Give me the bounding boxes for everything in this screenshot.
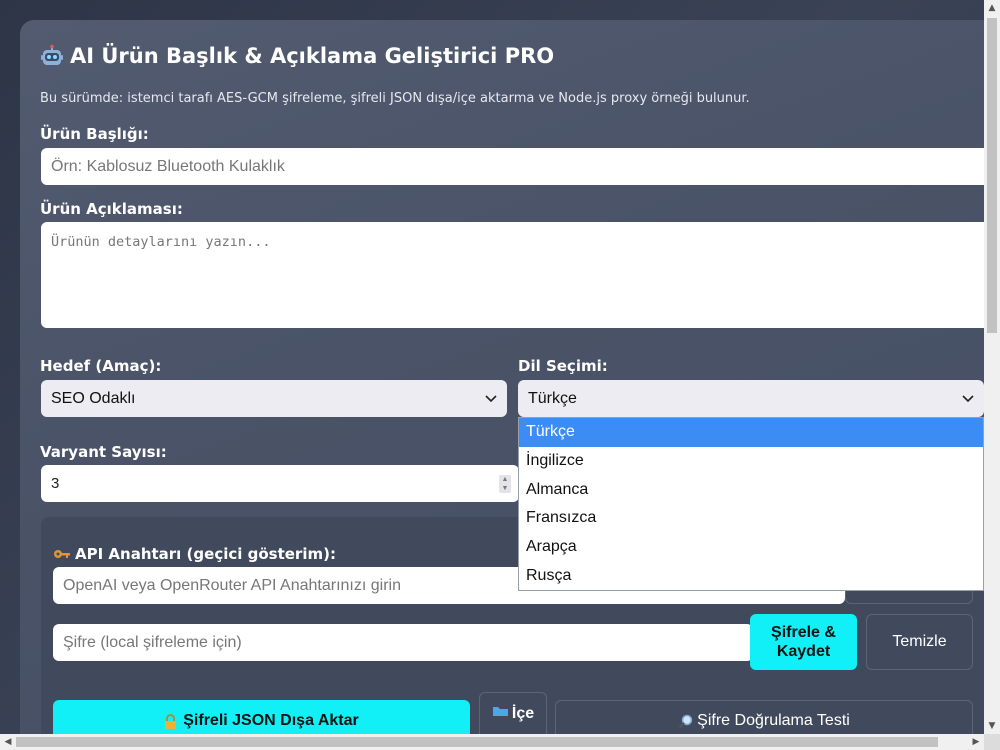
language-option-german[interactable]: Almanca [519, 476, 983, 505]
api-key-placeholder: OpenAI veya OpenRouter API Anahtarınızı … [63, 576, 401, 594]
vertical-scroll-thumb[interactable] [987, 18, 997, 333]
horizontal-scrollbar[interactable]: ◀ ▶ [0, 734, 984, 750]
password-placeholder: Şifre (local şifreleme için) [63, 633, 242, 651]
clear-button[interactable]: Temizle [866, 614, 973, 670]
robot-icon [41, 44, 63, 65]
magnifier-icon [678, 714, 693, 728]
scroll-left-icon[interactable]: ◀ [0, 734, 16, 750]
spin-down-icon[interactable]: ▼ [502, 485, 509, 492]
api-key-label-text: API Anahtarı (geçici gösterim): [75, 545, 336, 563]
variants-value: 3 [51, 475, 60, 492]
scroll-down-icon[interactable]: ▼ [984, 718, 1000, 734]
page-title-text: AI Ürün Başlık & Açıklama Geliştirici PR… [70, 44, 555, 68]
language-option-arabic[interactable]: Arapça [519, 533, 983, 562]
scroll-up-icon[interactable]: ▲ [984, 0, 1000, 16]
key-icon [54, 550, 70, 558]
horizontal-scroll-thumb[interactable] [16, 737, 938, 747]
scroll-right-icon[interactable]: ▶ [968, 734, 984, 750]
goal-select[interactable]: SEO Odaklı [41, 380, 507, 417]
product-desc-placeholder: Ürünün detaylarını yazın... [51, 234, 271, 250]
variants-label: Varyant Sayısı: [40, 443, 167, 461]
chevron-down-icon [962, 394, 974, 402]
product-title-placeholder: Örn: Kablosuz Bluetooth Kulaklık [51, 157, 285, 175]
language-option-english[interactable]: İngilizce [519, 447, 983, 476]
page-title: AI Ürün Başlık & Açıklama Geliştirici PR… [40, 44, 554, 68]
vertical-scrollbar[interactable]: ▲ ▼ [984, 0, 1000, 750]
scrollbar-corner [984, 734, 1000, 750]
goal-selected-value: SEO Odaklı [51, 389, 136, 407]
variants-input[interactable]: 3 ▲ ▼ [41, 465, 519, 502]
language-select[interactable]: Türkçe [518, 380, 984, 417]
password-input[interactable]: Şifre (local şifreleme için) [53, 624, 753, 661]
folder-icon [492, 707, 508, 716]
page-subtitle: Bu sürümde: istemci tarafı AES-GCM şifre… [40, 91, 750, 106]
product-title-input[interactable]: Örn: Kablosuz Bluetooth Kulaklık [41, 148, 1000, 185]
language-dropdown-list: Türkçe İngilizce Almanca Fransızca Arapç… [518, 417, 984, 591]
language-option-turkish[interactable]: Türkçe [519, 418, 983, 447]
export-json-label: Şifreli JSON Dışa Aktar [183, 712, 359, 729]
encrypt-save-button[interactable]: Şifrele & Kaydet [750, 614, 857, 670]
lock-icon [165, 713, 177, 729]
goal-label: Hedef (Amaç): [40, 357, 162, 375]
product-desc-label: Ürün Açıklaması: [40, 200, 183, 218]
variants-spinner[interactable]: ▲ ▼ [499, 475, 511, 493]
language-option-russian[interactable]: Rusça [519, 562, 983, 591]
chevron-down-icon [485, 394, 497, 402]
spin-up-icon[interactable]: ▲ [502, 476, 509, 483]
language-selected-value: Türkçe [528, 389, 577, 407]
import-json-label: İçe [511, 705, 535, 722]
product-desc-textarea[interactable]: Ürünün detaylarını yazın... [41, 222, 1000, 328]
product-title-label: Ürün Başlığı: [40, 125, 149, 143]
language-option-french[interactable]: Fransızca [519, 504, 983, 533]
password-test-label: Şifre Doğrulama Testi [697, 712, 850, 729]
language-label: Dil Seçimi: [518, 357, 608, 375]
api-key-label: API Anahtarı (geçici gösterim): [53, 545, 336, 563]
